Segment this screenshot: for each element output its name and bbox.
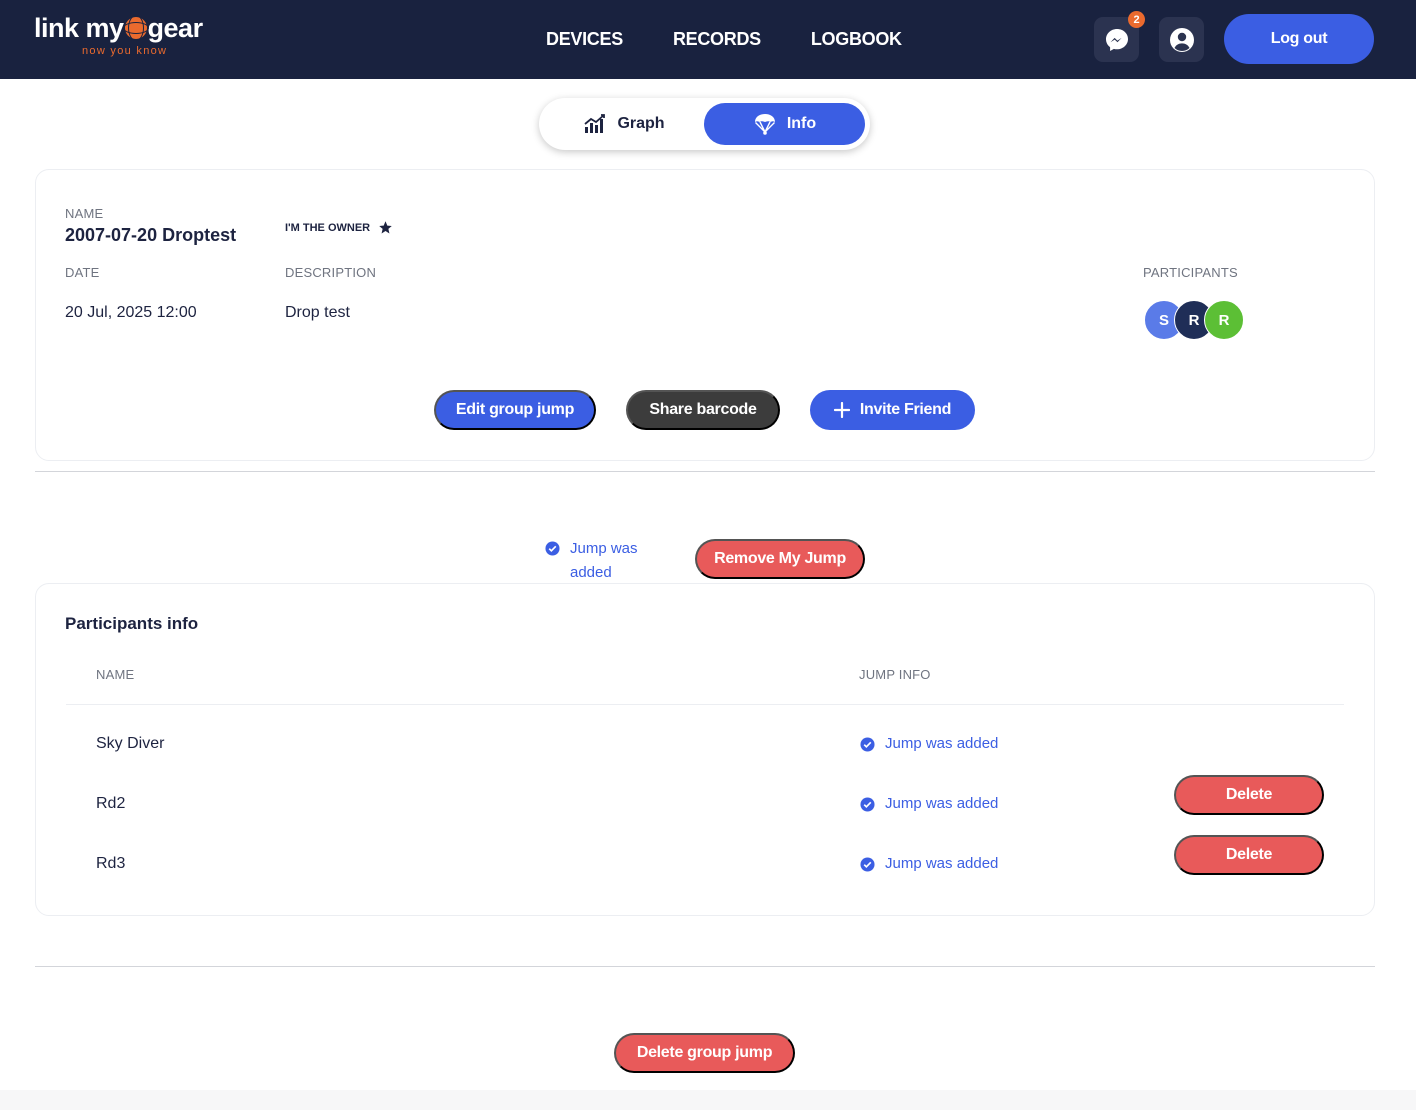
participant-name: Rd2 — [96, 795, 126, 812]
owner-label: I'M THE OWNER — [285, 221, 371, 234]
my-jump-status-text: Jump was added — [570, 540, 638, 581]
date-value: 20 Jul, 2025 12:00 — [65, 304, 197, 321]
nav-logbook[interactable]: LOGBOOK — [811, 28, 902, 50]
divider — [35, 471, 1375, 472]
tab-graph-label: Graph — [617, 115, 665, 132]
name-label: NAME — [65, 206, 104, 221]
check-circle-icon — [860, 737, 875, 752]
invite-friend-button[interactable]: Invite Friend — [810, 390, 975, 430]
jump-status-text: Jump was added — [885, 855, 999, 872]
delete-participant-button[interactable]: Delete — [1174, 775, 1324, 815]
group-jump-name: 2007-07-20 Droptest — [65, 225, 237, 245]
plus-icon — [833, 402, 850, 418]
remove-my-jump-button[interactable]: Remove My Jump — [695, 539, 865, 579]
basketball-icon — [122, 15, 149, 41]
share-barcode-button[interactable]: Share barcode — [626, 390, 780, 430]
logo-wordmark: link my gear — [34, 13, 203, 43]
edit-group-jump-button[interactable]: Edit group jump — [434, 390, 596, 430]
group-jump-card: NAME 2007-07-20 Droptest I'M THE OWNER D… — [35, 169, 1375, 461]
table-header: NAME JUMP INFO — [66, 663, 1344, 705]
avatar[interactable]: R — [1204, 300, 1244, 340]
notification-badge: 2 — [1128, 11, 1145, 28]
star-icon — [379, 221, 392, 234]
check-circle-icon — [545, 541, 560, 556]
participants-info-card: Participants info NAME JUMP INFO Sky Div… — [35, 583, 1375, 916]
delete-group-jump-button[interactable]: Delete group jump — [614, 1033, 795, 1073]
owner-indicator: I'M THE OWNER — [285, 220, 393, 235]
tab-graph[interactable]: Graph — [544, 103, 704, 145]
participant-avatars: S R R — [1144, 300, 1244, 340]
divider — [35, 966, 1375, 967]
description-value: Drop test — [285, 304, 350, 321]
table-row: Rd2 Jump was added Delete — [66, 775, 1344, 835]
participants-label: PARTICIPANTS — [1143, 265, 1238, 280]
jump-status-text: Jump was added — [885, 735, 999, 752]
tab-info-label: Info — [786, 115, 817, 132]
profile-button[interactable] — [1159, 17, 1204, 62]
view-toggle: Graph Info — [539, 98, 870, 150]
check-circle-icon — [860, 797, 875, 812]
nav-devices[interactable]: DEVICES — [546, 28, 623, 50]
logo-tagline: now you know — [82, 45, 168, 57]
column-header-jump-info: JUMP INFO — [859, 667, 931, 682]
participant-name: Rd3 — [96, 855, 126, 872]
bar-chart-icon — [584, 114, 606, 133]
nav-records[interactable]: RECORDS — [673, 28, 761, 50]
jump-status: Jump was added — [860, 795, 998, 812]
main-nav: DEVICES RECORDS LOGBOOK — [546, 28, 902, 50]
jump-status: Jump was added — [860, 735, 998, 752]
page-footer — [0, 1090, 1416, 1110]
participant-name: Sky Diver — [96, 735, 165, 752]
participants-info-title: Participants info — [65, 614, 199, 633]
my-jump-status: Jump was added — [545, 537, 655, 585]
jump-status-text: Jump was added — [885, 795, 999, 812]
top-navbar: link my gear now you know DEVICES RECORDS… — [0, 0, 1416, 79]
logo[interactable]: link my gear now you know — [34, 12, 224, 62]
tab-info[interactable]: Info — [704, 103, 865, 145]
parachute-icon — [754, 114, 775, 135]
description-label: DESCRIPTION — [285, 265, 377, 280]
column-header-name: NAME — [96, 667, 135, 682]
date-label: DATE — [65, 265, 100, 280]
delete-participant-button[interactable]: Delete — [1174, 835, 1324, 875]
table-row: Rd3 Jump was added Delete — [66, 835, 1344, 895]
jump-status: Jump was added — [860, 855, 998, 872]
logout-button[interactable]: Log out — [1224, 14, 1374, 64]
table-row: Sky Diver Jump was added — [66, 715, 1344, 775]
invite-friend-label: Invite Friend — [859, 401, 952, 418]
user-circle-icon — [1169, 27, 1194, 52]
check-circle-icon — [860, 857, 875, 872]
messenger-icon — [1105, 28, 1128, 51]
